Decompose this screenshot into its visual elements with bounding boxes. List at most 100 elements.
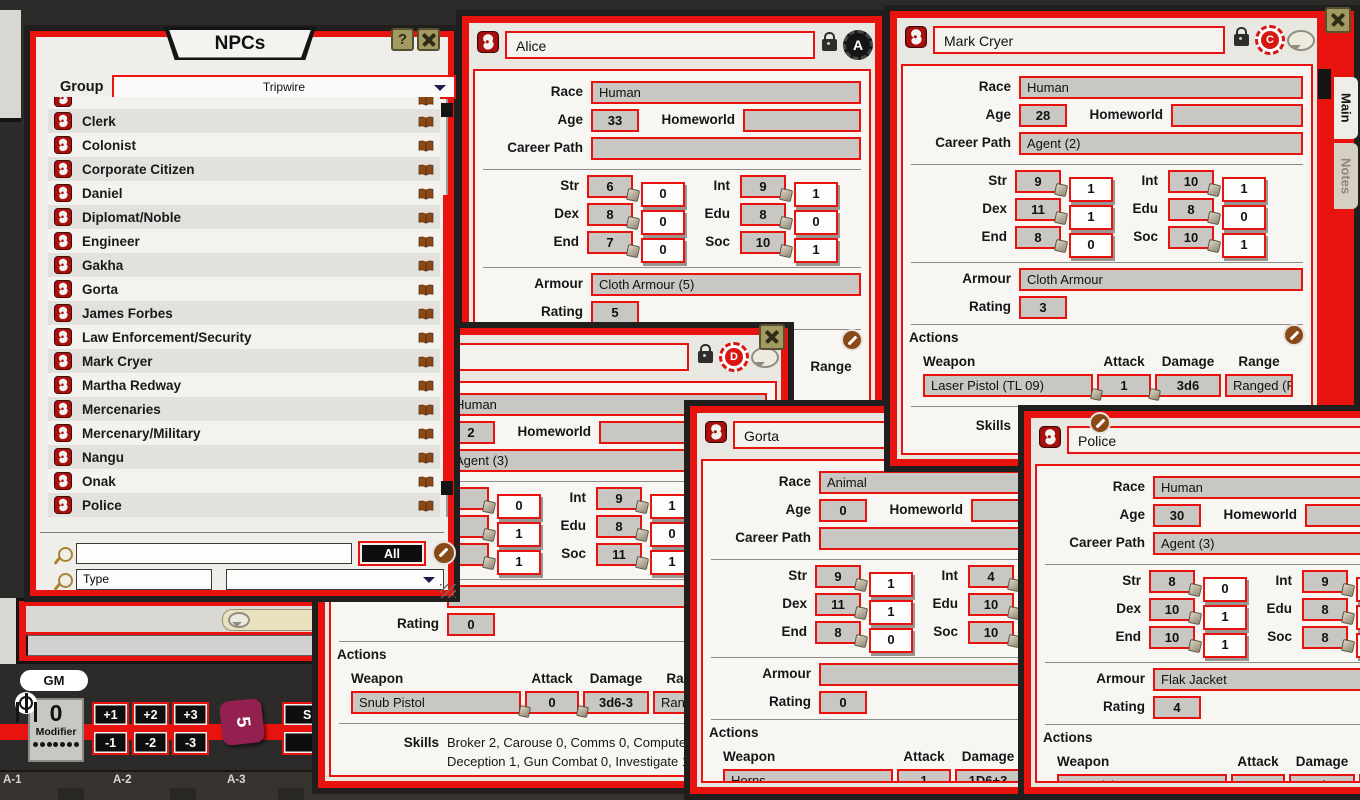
list-item[interactable]: Gorta (48, 277, 440, 301)
book-link-icon[interactable] (418, 331, 434, 343)
gem-icon[interactable] (482, 528, 496, 542)
stat-mod[interactable]: 1 (1222, 177, 1266, 202)
gem-icon[interactable] (779, 216, 793, 230)
actions-edit-button[interactable] (1283, 324, 1305, 346)
gem-icon[interactable] (626, 188, 640, 202)
chat-bubble-icon[interactable] (751, 347, 779, 368)
edit-pencil-button[interactable] (1089, 412, 1111, 434)
race-field[interactable]: Human (591, 81, 861, 104)
character-token[interactable]: C (1255, 25, 1285, 55)
gem-icon[interactable] (626, 244, 640, 258)
gem-icon[interactable] (1188, 611, 1202, 625)
help-button[interactable]: ? (391, 28, 414, 51)
rating-field[interactable]: 0 (447, 613, 495, 636)
book-link-icon[interactable] (418, 403, 434, 415)
modifier-plus3-button[interactable]: +3 (172, 702, 209, 727)
stat-mod[interactable] (1356, 605, 1360, 630)
stat-mod[interactable]: 0 (641, 210, 685, 235)
list-item[interactable]: Diplomat/Noble (48, 205, 440, 229)
weapon-damage-field[interactable]: 3d6 (1155, 374, 1221, 397)
stat-mod[interactable]: 1 (1203, 605, 1247, 630)
gem-icon[interactable] (635, 556, 649, 570)
book-link-icon[interactable] (418, 379, 434, 391)
career-path-field[interactable] (591, 137, 861, 160)
gem-icon[interactable] (1090, 388, 1103, 401)
book-link-icon[interactable] (418, 451, 434, 463)
list-item[interactable]: Clerk (48, 109, 440, 133)
modifier-minus1-button[interactable]: -1 (92, 730, 129, 755)
stat-mod[interactable]: 1 (1069, 205, 1113, 230)
weapon-attack-field[interactable]: 0 (525, 691, 579, 714)
filter-type-input[interactable]: Type (76, 569, 212, 590)
list-item[interactable]: Mark Cryer (48, 349, 440, 373)
gm-identity-pill[interactable]: GM (20, 670, 88, 691)
book-link-icon[interactable] (418, 187, 434, 199)
weapon-name-field[interactable]: Snub Pistol (351, 691, 521, 714)
character-token[interactable]: A (843, 30, 873, 60)
book-link-icon[interactable] (418, 307, 434, 319)
rating-field[interactable]: 5 (591, 301, 639, 324)
rating-field[interactable]: 0 (819, 691, 867, 714)
weapon-attack-field[interactable]: 1 (897, 769, 951, 783)
gem-icon[interactable] (626, 216, 640, 230)
stat-mod[interactable]: 1 (794, 182, 838, 207)
gem-icon[interactable] (1207, 183, 1221, 197)
book-link-icon[interactable] (418, 355, 434, 367)
career-path-field[interactable]: Agent (3) (1153, 532, 1360, 555)
list-item[interactable]: Law Enforcement/Security (48, 325, 440, 349)
book-link-icon[interactable] (418, 427, 434, 439)
lock-icon[interactable] (1234, 34, 1249, 46)
homeworld-field[interactable] (743, 109, 861, 132)
list-item[interactable]: Daniel (48, 181, 440, 205)
weapon-damage-field[interactable]: 1d6 (1289, 774, 1355, 783)
sheet-scrollbar[interactable] (1320, 71, 1329, 459)
stat-mod[interactable]: 1 (794, 238, 838, 263)
book-link-icon[interactable] (418, 499, 434, 511)
modifier-box[interactable]: 0 Modifier (28, 698, 84, 762)
stat-mod[interactable]: 0 (641, 182, 685, 207)
book-link-icon[interactable] (418, 115, 434, 127)
name-field[interactable]: Police (1067, 426, 1360, 454)
weapon-damage-field[interactable]: 1D6+3 (955, 769, 1021, 783)
modifier-minus3-button[interactable]: -3 (172, 730, 209, 755)
gem-icon[interactable] (1207, 211, 1221, 225)
stat-mod[interactable]: 0 (1069, 233, 1113, 258)
career-path-field[interactable]: Agent (2) (1019, 132, 1303, 155)
police-sheet-window[interactable]: PoliceRaceHumanAge30HomeworldCareer Path… (1018, 405, 1360, 800)
weapon-attack-field[interactable]: 1 (1097, 374, 1151, 397)
list-item[interactable]: Police (48, 493, 440, 517)
weapon-name-field[interactable]: Stunstick (1057, 774, 1227, 783)
race-field[interactable]: Human (1019, 76, 1303, 99)
gem-icon[interactable] (1341, 583, 1355, 597)
weapon-range-field[interactable]: Ranged (Pi (1225, 374, 1293, 397)
hotkey-slot[interactable] (278, 788, 304, 800)
d6-die[interactable]: 5 (219, 698, 265, 746)
gem-icon[interactable] (482, 556, 496, 570)
lock-icon[interactable] (822, 39, 837, 51)
hotkey-tab[interactable]: A-2 (113, 774, 132, 786)
list-item[interactable]: Engineer (48, 229, 440, 253)
rating-field[interactable]: 3 (1019, 296, 1067, 319)
stat-mod[interactable]: 1 (1222, 233, 1266, 258)
gem-icon[interactable] (779, 244, 793, 258)
book-link-icon[interactable] (418, 475, 434, 487)
stat-mod[interactable]: 1 (869, 572, 913, 597)
chat-entry-input[interactable] (26, 635, 336, 656)
list-item[interactable]: James Forbes (48, 301, 440, 325)
gem-icon[interactable] (576, 705, 589, 718)
stat-mod[interactable]: 0 (869, 628, 913, 653)
modifier-plus1-button[interactable]: +1 (92, 702, 129, 727)
gem-icon[interactable] (1148, 388, 1161, 401)
stat-mod[interactable]: 0 (497, 494, 541, 519)
scrollbar-thumb[interactable] (1318, 69, 1331, 99)
age-field[interactable]: 30 (1153, 504, 1201, 527)
rating-field[interactable]: 4 (1153, 696, 1201, 719)
gem-icon[interactable] (854, 606, 868, 620)
homeworld-field[interactable] (1171, 104, 1303, 127)
mark-sheet-window[interactable]: Mark CryerCRaceHumanAge28HomeworldCareer… (884, 5, 1360, 472)
npc-list-scrollbar[interactable] (440, 99, 454, 517)
list-item[interactable]: Mercenaries (48, 397, 440, 421)
gem-icon[interactable] (1188, 639, 1202, 653)
filter-category-dropdown[interactable] (226, 569, 444, 590)
stat-mod[interactable]: 0 (1222, 205, 1266, 230)
